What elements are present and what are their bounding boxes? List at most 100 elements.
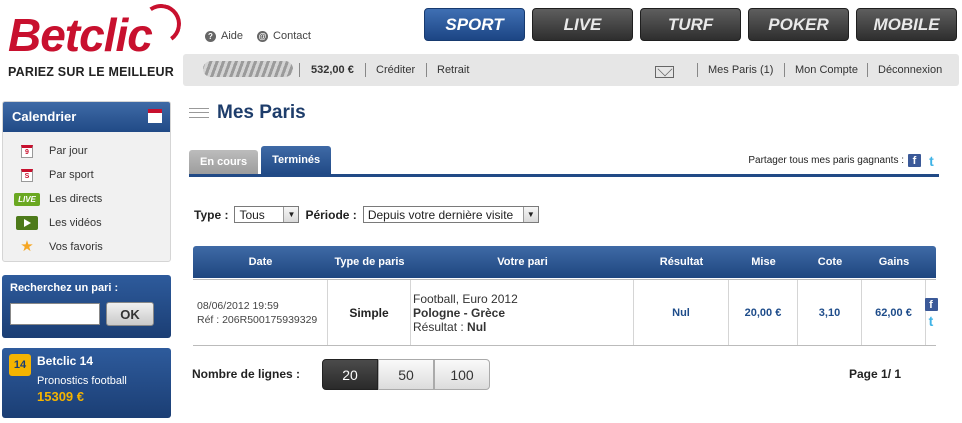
sidebar-item-label: Par jour (49, 145, 88, 157)
user-bar: 532,00 € Créditer Retrait Mes Paris (1) … (183, 54, 959, 86)
sidebar-item-par-sport[interactable]: S Par sport (3, 163, 170, 187)
page-info: Page 1/ 1 (849, 367, 902, 381)
nav-tab-live[interactable]: LIVE (532, 8, 633, 41)
sidebar-item-label: Vos favoris (49, 241, 103, 253)
bet-reference: Réf : 206R500175939329 (197, 313, 318, 326)
periode-label: Période : (305, 207, 357, 222)
ok-button[interactable]: OK (106, 302, 154, 326)
calendar-title: Calendrier (12, 109, 77, 124)
main-nav: SPORT LIVE TURF POKER MOBILE (424, 8, 957, 41)
nav-tab-mobile[interactable]: MOBILE (856, 8, 957, 41)
sidebar-item-vos-favoris[interactable]: ★ Vos favoris (3, 235, 170, 259)
betclic14-promo[interactable]: 14 Betclic 14 Pronostics football 15309 … (2, 348, 171, 418)
contact-link[interactable]: @ Contact (257, 30, 311, 42)
cell-votre-pari: Football, Euro 2012 Pologne - Grèce Résu… (411, 280, 634, 345)
bet-tabs: En cours Terminés (189, 146, 332, 174)
col-gains: Gains (878, 256, 910, 268)
twitter-icon[interactable]: t (925, 313, 938, 329)
page-size-50[interactable]: 50 (378, 359, 434, 390)
facebook-icon[interactable]: f (924, 298, 938, 311)
deconnexion-link[interactable]: Déconnexion (878, 64, 942, 76)
divider (365, 63, 366, 77)
contact-label: Contact (273, 30, 311, 42)
chevron-down-icon: ▼ (283, 207, 299, 222)
cell-share: f t (924, 280, 938, 345)
col-resultat: Résultat (659, 256, 704, 268)
aide-link[interactable]: ? Aide (205, 30, 243, 42)
top-links: ? Aide @ Contact (205, 30, 311, 42)
retrait-link[interactable]: Retrait (437, 64, 469, 76)
sidebar-item-les-videos[interactable]: Les vidéos (3, 211, 170, 235)
sidebar-item-label: Les directs (49, 193, 103, 205)
divider (784, 63, 785, 77)
tab-termines[interactable]: Terminés (261, 146, 332, 174)
col-type: Type de paris (334, 256, 405, 268)
lines-label: Nombre de lignes : (192, 367, 301, 381)
type-select-value: Tous (239, 207, 265, 222)
page-size-100[interactable]: 100 (434, 359, 490, 390)
live-icon: LIVE (14, 192, 40, 206)
table-header: Date Type de paris Votre pari Résultat M… (193, 246, 936, 278)
video-icon (16, 216, 38, 230)
promo-subtitle: Pronostics football (37, 375, 127, 387)
logo-wordmark: Betclic (8, 9, 153, 61)
cell-cote: 3,10 (798, 280, 862, 345)
page-title-text: Mes Paris (217, 102, 306, 123)
table-row[interactable]: 08/06/2012 19:59 Réf : 206R500175939329 … (193, 279, 938, 346)
col-cote: Cote (817, 256, 843, 268)
betclic-logo[interactable]: Betclic PARIEZ SUR LE MEILLEUR (6, 0, 185, 84)
nav-tab-poker[interactable]: POKER (748, 8, 849, 41)
aide-label: Aide (221, 30, 244, 42)
calendar-icon[interactable] (148, 109, 162, 123)
divider (426, 63, 427, 77)
nav-tab-turf[interactable]: TURF (640, 8, 741, 41)
periode-select[interactable]: Depuis votre dernière visite ▼ (362, 206, 539, 223)
sidebar-item-label: Par sport (49, 169, 94, 181)
bet-match: Pologne - Grèce (413, 305, 506, 320)
sidebar-item-par-jour[interactable]: 9 Par jour (3, 139, 170, 163)
facebook-icon[interactable]: f (908, 154, 921, 167)
bets-table: Date Type de paris Votre pari Résultat M… (193, 246, 938, 346)
mes-paris-link[interactable]: Mes Paris (1) (708, 64, 773, 76)
divider (299, 63, 300, 77)
periode-select-value: Depuis votre dernière visite (367, 207, 514, 222)
contact-icon: @ (257, 30, 269, 42)
page-size-selector: 20 50 100 (322, 359, 490, 390)
search-input[interactable] (10, 303, 100, 325)
page-size-20[interactable]: 20 (322, 359, 378, 390)
col-date: Date (248, 256, 273, 268)
chevron-down-icon: ▼ (522, 207, 538, 222)
twitter-icon[interactable]: t (925, 153, 938, 169)
page-title: Mes Paris (189, 102, 306, 124)
calendar-day-icon: 9 (21, 144, 33, 158)
share-winning-bets: Partager tous mes paris gagnants : f t (748, 153, 938, 169)
divider (867, 63, 868, 77)
tab-underline (189, 174, 939, 177)
bet-competition: Football, Euro 2012 (413, 291, 518, 306)
tab-en-cours[interactable]: En cours (189, 150, 259, 174)
divider (697, 63, 698, 77)
bet-search-box: Recherchez un pari : OK (2, 275, 171, 338)
col-mise: Mise (751, 256, 776, 268)
betclic14-badge-icon: 14 (9, 354, 31, 376)
cell-type: Simple (328, 280, 411, 345)
cell-gains: 62,00 € (862, 280, 926, 345)
calendar-sport-icon: S (21, 168, 33, 182)
help-icon: ? (205, 30, 216, 42)
sidebar-item-les-directs[interactable]: LIVE Les directs (3, 187, 170, 211)
calendar-header: Calendrier (3, 102, 170, 132)
bet-result-value: Nul (467, 319, 487, 334)
calendar-box: Calendrier 9 Par jour S Par sport LIVE L… (2, 101, 171, 262)
cell-date: 08/06/2012 19:59 Réf : 206R500175939329 (193, 280, 328, 345)
nav-tab-sport[interactable]: SPORT (424, 8, 525, 41)
mail-icon[interactable] (655, 66, 674, 78)
cell-mise: 20,00 € (729, 280, 798, 345)
account-balance: 532,00 € (311, 64, 354, 76)
username-redacted (203, 61, 293, 77)
type-select[interactable]: Tous ▼ (234, 206, 300, 223)
crediter-link[interactable]: Créditer (376, 64, 415, 76)
star-icon: ★ (20, 238, 34, 255)
title-lines-icon (189, 108, 209, 118)
mon-compte-link[interactable]: Mon Compte (795, 64, 858, 76)
logo-tagline: PARIEZ SUR LE MEILLEUR (8, 65, 174, 79)
